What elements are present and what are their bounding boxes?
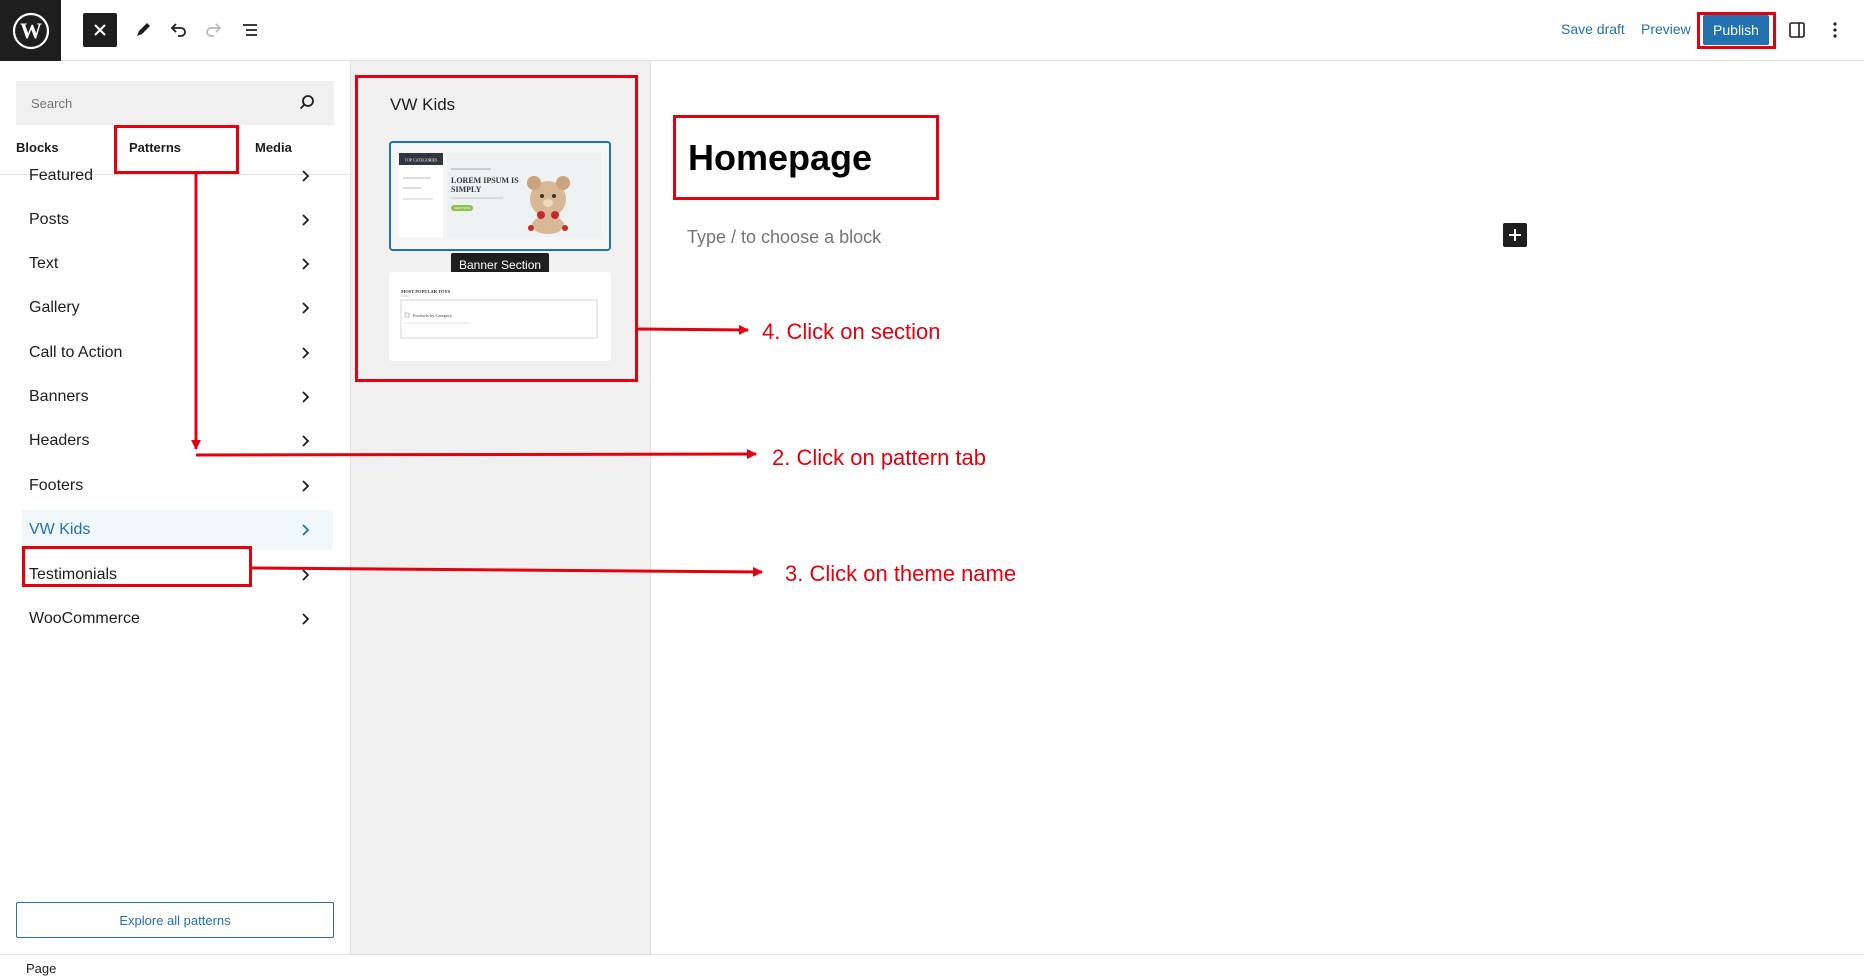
pattern-category-item[interactable]: Call to Action: [22, 333, 333, 373]
preview-button[interactable]: Preview: [1641, 21, 1691, 37]
pattern-category-title: VW Kids: [390, 95, 456, 114]
pattern-category-label: Banners: [29, 388, 89, 405]
publish-button[interactable]: Publish: [1703, 15, 1769, 45]
breadcrumb[interactable]: Page: [26, 961, 56, 976]
pattern-headline-line1: LOREM IPSUM IS: [451, 176, 519, 185]
chevron-right-icon: [302, 347, 310, 359]
block-placeholder[interactable]: Type / to choose a block: [687, 227, 881, 248]
pattern-category-item[interactable]: WooCommerce: [22, 599, 333, 639]
pattern-category-label: Featured: [29, 167, 94, 184]
explore-all-patterns-button[interactable]: Explore all patterns: [16, 902, 334, 938]
undo-icon[interactable]: [161, 13, 195, 47]
pencil-icon[interactable]: [126, 13, 160, 47]
chevron-right-icon: [302, 480, 310, 492]
pattern-category-label: Text: [29, 255, 59, 272]
tab-media[interactable]: Media: [255, 140, 292, 155]
pattern-category-label: Gallery: [29, 299, 80, 316]
pattern-row-label: Products by Category: [413, 313, 453, 318]
chevron-right-icon: [302, 613, 310, 625]
annotation-step3: 3. Click on theme name: [785, 561, 1017, 586]
chevron-right-icon: [302, 170, 310, 182]
editor-footer: Page: [0, 954, 1864, 980]
banner-pattern-preview: TOP CATEGORIES LOREM IPSUM IS SIMPLY SHO…: [391, 143, 609, 249]
tab-patterns[interactable]: Patterns: [129, 140, 181, 155]
pattern-category-label: Headers: [29, 432, 90, 449]
more-vertical-icon[interactable]: [1818, 13, 1852, 47]
annotation-step2: 2. Click on pattern tab: [772, 445, 987, 470]
plus-icon[interactable]: [1503, 223, 1527, 247]
pattern-category-item[interactable]: VW Kids: [22, 510, 333, 550]
popular-toys-pattern-preview: MOST POPULAR TOYS Products by Category: [389, 272, 611, 361]
pattern-category-label: Footers: [29, 477, 84, 494]
pattern-category-item[interactable]: Testimonials: [22, 555, 333, 595]
search-placeholder: Search: [31, 96, 73, 111]
pattern-category-item[interactable]: Featured: [22, 156, 333, 196]
pattern-category-label: VW Kids: [29, 521, 91, 538]
list-view-icon[interactable]: [233, 13, 267, 47]
chevron-right-icon: [302, 302, 310, 314]
pattern-category-item[interactable]: Headers: [22, 421, 333, 461]
redo-icon[interactable]: [197, 13, 231, 47]
chevron-right-icon: [302, 214, 310, 226]
chevron-right-icon: [302, 435, 310, 447]
tab-blocks[interactable]: Blocks: [16, 140, 59, 155]
pattern-category-label: Call to Action: [29, 344, 123, 361]
pattern-cta: SHOP NOW: [454, 206, 471, 210]
chevron-right-icon: [302, 569, 310, 581]
annotation-step4: 4. Click on section: [762, 319, 941, 344]
pattern-popular-toys-section[interactable]: MOST POPULAR TOYS Products by Category: [389, 272, 611, 361]
chevron-right-icon: [302, 258, 310, 270]
pattern-category-label: WooCommerce: [29, 610, 140, 627]
pattern-popular-heading: MOST POPULAR TOYS: [401, 289, 451, 294]
wordpress-logo-icon[interactable]: W: [0, 0, 61, 61]
pattern-category-item[interactable]: Gallery: [22, 288, 333, 328]
pattern-category-label: Testimonials: [29, 566, 118, 583]
search-input[interactable]: Search: [16, 81, 334, 125]
pattern-category-item[interactable]: Text: [22, 244, 333, 284]
sidebar-toggle-icon[interactable]: [1780, 13, 1814, 47]
page-title[interactable]: Homepage: [688, 137, 872, 179]
editor-canvas: Homepage Type / to choose a block: [651, 61, 1864, 954]
chevron-right-icon: [302, 391, 310, 403]
block-inserter-panel: Search Blocks Patterns Media Featured Pos…: [0, 61, 351, 954]
pattern-banner-section[interactable]: TOP CATEGORIES LOREM IPSUM IS SIMPLY SHO…: [389, 141, 611, 251]
pattern-category-item[interactable]: Banners: [22, 377, 333, 417]
pattern-category-label: Posts: [29, 211, 70, 228]
pattern-category-item[interactable]: Posts: [22, 200, 333, 240]
editor-header: W Save draft Preview Publish: [0, 0, 1864, 61]
pattern-headline-line2: SIMPLY: [451, 185, 482, 194]
pattern-sidebar-heading: TOP CATEGORIES: [405, 158, 438, 163]
pattern-category-panel: VW Kids TOP CATEGORIES LOREM IPSUM IS SI…: [351, 61, 651, 954]
pattern-category-item[interactable]: Footers: [22, 466, 333, 506]
save-draft-button[interactable]: Save draft: [1561, 21, 1625, 37]
search-icon: [299, 95, 314, 110]
chevron-right-icon: [302, 524, 310, 536]
close-icon[interactable]: [83, 13, 117, 47]
svg-text:W: W: [20, 18, 42, 43]
